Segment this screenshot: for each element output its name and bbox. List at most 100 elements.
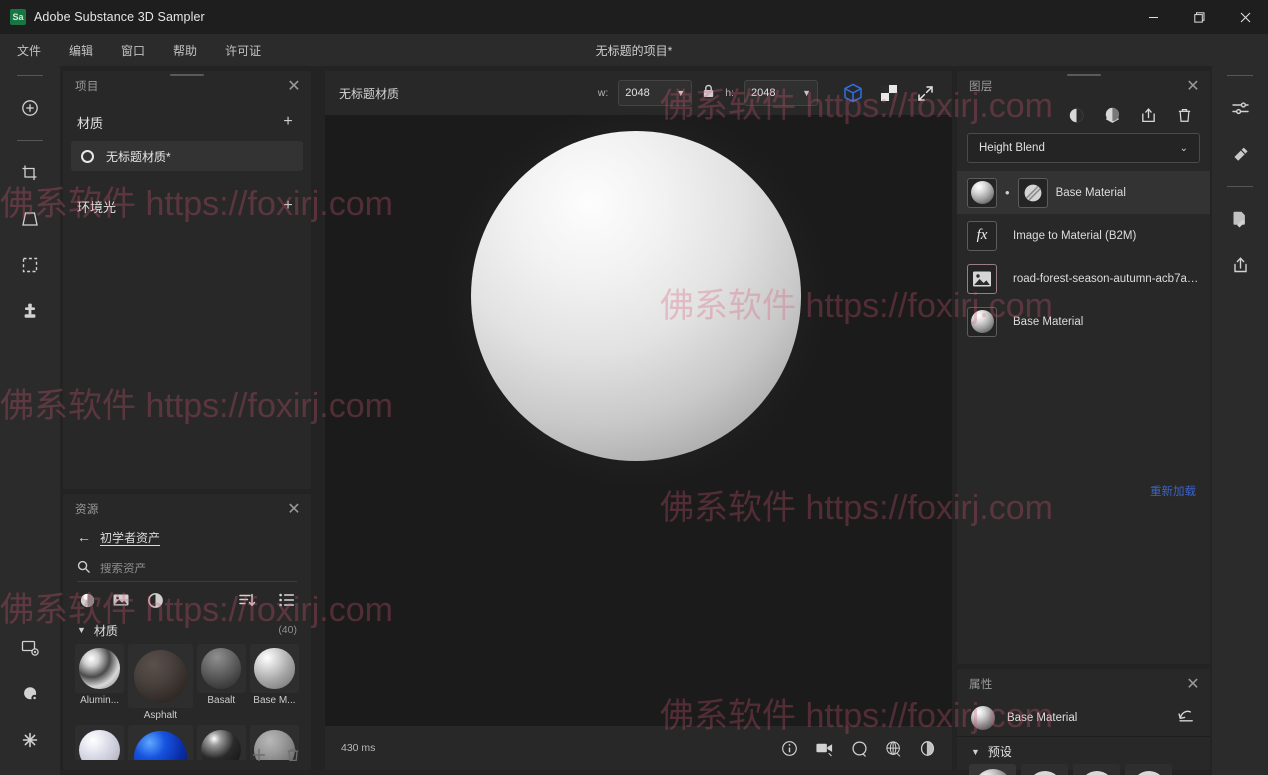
resource-item[interactable]: Base M... [249,644,299,721]
render-settings-icon[interactable] [10,674,50,714]
layer-mask-thumbnail[interactable] [1017,177,1048,208]
resource-item[interactable]: Alumin... [75,644,125,721]
filter-materials-icon[interactable] [77,590,97,610]
reset-icon[interactable] [1177,707,1196,729]
sort-icon[interactable] [237,590,257,610]
app-logo-text: Sa [12,11,24,22]
trash-icon[interactable] [285,747,301,768]
import-layer-icon[interactable] [1138,105,1158,125]
menu-window[interactable]: 窗口 [110,34,156,66]
material-preview [133,649,187,703]
reload-link[interactable]: 重新加载 [1150,483,1196,499]
share-export-icon[interactable] [1220,245,1260,285]
layers-panel-title: 图层 [969,81,993,93]
layer-row[interactable]: Base Material [957,300,1210,343]
filters-icon[interactable] [10,720,50,760]
crop-icon[interactable] [10,153,50,193]
preset-item[interactable] [1021,764,1068,775]
resource-item[interactable]: Carbon [196,725,246,760]
sphere-icon [970,181,994,204]
chevron-down-icon: ▼ [971,746,980,757]
resource-thumbnail [75,725,125,760]
perspective-icon[interactable] [10,199,50,239]
filter-images-icon[interactable] [111,590,131,610]
resource-thumbnail [196,725,246,760]
preset-item[interactable] [1125,764,1172,775]
fullscreen-icon[interactable] [912,80,938,106]
menu-help[interactable]: 帮助 [162,34,208,66]
layer-row[interactable]: road-forest-season-autumn-acb7a2b041... [957,257,1210,300]
viewport-panel: 无标题材质 w: 2048 ▼ h: 2048 ▼ 430 ms [325,71,952,770]
export-page-icon[interactable] [1220,199,1260,239]
resources-search[interactable] [77,556,297,582]
add-layer-icon[interactable] [10,88,50,128]
resources-breadcrumb-label[interactable]: 初学者资产 [100,529,160,546]
3d-view-icon[interactable] [840,80,866,106]
layer-thumbnail [967,306,997,337]
preset-item[interactable] [1073,764,1120,775]
resource-item[interactable]: Brick F... [75,725,125,760]
layer-row[interactable]: fx Image to Material (B2M) [957,214,1210,257]
resources-group-header[interactable]: ▼ 材质 (40) [63,618,311,642]
resource-item[interactable]: Car Paint Blue [128,725,193,760]
adjust-sliders-icon[interactable] [1220,88,1260,128]
menu-file[interactable]: 文件 [6,34,52,66]
add-filter-icon[interactable] [1066,105,1086,125]
height-select[interactable]: 2048 ▼ [744,80,818,106]
preset-sphere-icon [973,768,1012,775]
resource-thumbnail [128,644,193,709]
list-view-icon[interactable] [277,590,297,610]
camera-icon[interactable] [815,740,834,757]
project-material-item[interactable]: 无标题材质* [71,141,303,171]
blend-mode-select[interactable]: Height Blend ⌄ [967,133,1200,163]
2d-view-icon[interactable] [876,80,902,106]
menu-license[interactable]: 许可证 [214,34,272,66]
layer-link-dot-icon: • [1005,185,1010,200]
globe-grid-icon[interactable] [885,740,902,757]
resource-item[interactable]: Basalt [196,644,246,721]
materials-section-label: 材质 [77,115,104,131]
delete-layer-icon[interactable] [1174,105,1194,125]
tiling-icon[interactable] [10,245,50,285]
workspace: 项目 ✕ 材质 + 无标题材质* 环境光 + 资源 ✕ ← 初学者资产 搜索资产… [0,66,1268,775]
layer-row[interactable]: • Base Material [957,171,1210,214]
close-icon[interactable]: ✕ [285,500,303,518]
back-arrow-icon[interactable]: ← [77,530,91,544]
close-button[interactable] [1222,0,1268,34]
height-value: 2048 [751,87,776,99]
lock-icon[interactable] [702,84,715,103]
resources-breadcrumb[interactable]: ← 初学者资产 [63,524,311,550]
add-environment-button[interactable]: + [279,198,297,214]
viewport-canvas[interactable] [325,115,952,726]
close-icon[interactable]: ✕ [1184,675,1202,693]
project-material-label: 无标题材质* [106,149,171,164]
environment-rotate-icon[interactable] [851,740,868,757]
layer-label: Base Material [1055,186,1126,199]
add-layer-stack-icon[interactable] [1102,105,1122,125]
right-rail-divider-mid [1227,186,1253,187]
close-icon[interactable]: ✕ [285,77,303,95]
minimize-button[interactable] [1130,0,1176,34]
height-label: h: [725,87,734,99]
clone-stamp-icon[interactable] [10,291,50,331]
search-input[interactable] [100,562,297,575]
shading-toggle-icon[interactable] [919,740,936,757]
presets-header[interactable]: ▼ 预设 [957,737,1210,762]
width-select[interactable]: 2048 ▼ [618,80,693,106]
add-resource-button[interactable] [251,747,267,768]
eraser-icon[interactable] [1220,134,1260,174]
menu-edit[interactable]: 编辑 [58,34,104,66]
display-settings-icon[interactable] [10,628,50,668]
resource-thumbnail [249,644,299,694]
preset-item[interactable] [969,764,1016,775]
close-icon[interactable]: ✕ [1184,77,1202,95]
filter-filters-icon[interactable] [145,590,165,610]
layer-thumbnail [967,263,997,294]
maximize-button[interactable] [1176,0,1222,34]
resource-item[interactable]: Asphalt [128,644,193,721]
add-material-button[interactable]: + [279,114,297,130]
info-icon[interactable] [781,740,798,757]
resources-panel: 资源 ✕ ← 初学者资产 搜索资产 ▼ 材质 (40) Alumin... As… [63,494,311,770]
properties-panel-header: 属性 ✕ [957,669,1210,699]
properties-material-name: Base Material [1007,711,1078,724]
